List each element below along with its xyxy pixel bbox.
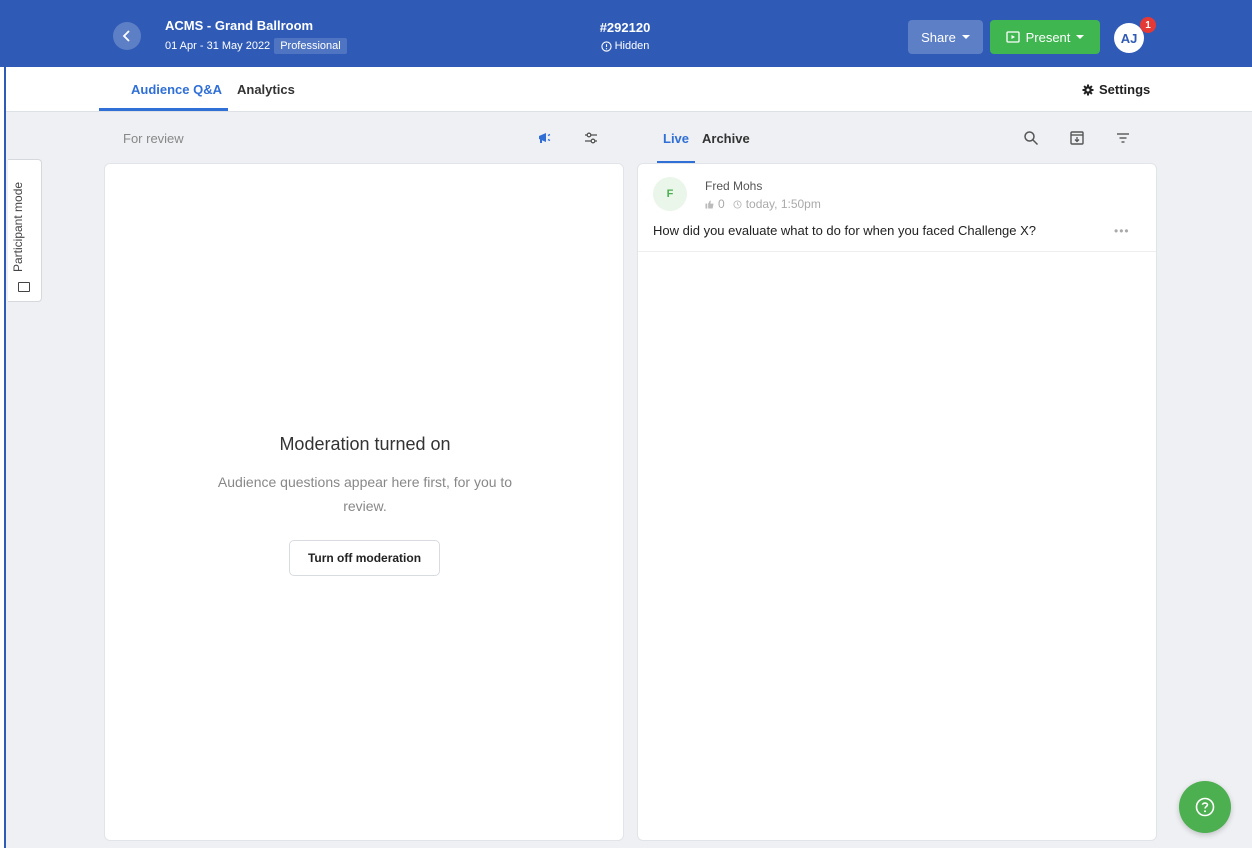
caret-down-icon [961,35,970,39]
megaphone-icon [539,133,551,143]
present-icon [1005,31,1020,43]
settings-button[interactable]: Settings [1082,82,1150,97]
more-options-icon[interactable]: ••• [1114,224,1130,238]
moderation-settings-button[interactable] [581,128,601,148]
tab-analytics[interactable]: Analytics [237,82,295,97]
tab-live[interactable]: Live [663,131,689,146]
settings-label: Settings [1099,82,1151,97]
sliders-icon [585,132,597,144]
event-visibility[interactable]: Hidden [590,40,660,52]
live-questions-panel: F Fred Mohs 0 today, 1:50pm How did you … [637,163,1157,841]
share-label: Share [921,29,956,45]
question-author: Fred Mohs [705,179,763,193]
tab-bar: Audience Q&A Analytics Settings [6,67,1252,112]
event-title[interactable]: ACMS - Grand Ballroom [165,18,313,33]
left-edge [0,0,6,848]
search-button[interactable] [1021,128,1041,148]
back-button[interactable] [113,22,141,50]
question-meta: 0 today, 1:50pm [705,197,821,211]
avatar: F [653,177,687,211]
search-icon [1024,131,1039,146]
event-dates: 01 Apr - 31 May 2022 Professional [165,38,347,54]
tab-audience-qa[interactable]: Audience Q&A [131,82,222,97]
moderation-description: Audience questions appear here first, fo… [217,474,513,514]
turn-off-moderation-button[interactable]: Turn off moderation [289,540,440,576]
plan-badge: Professional [274,38,347,54]
gear-icon [1082,84,1094,95]
caret-down-icon [1076,35,1085,39]
share-button[interactable]: Share [908,20,983,54]
question-time: today, 1:50pm [745,197,821,211]
filter-icon [1117,133,1129,143]
filter-button[interactable] [1113,128,1133,148]
question-item[interactable]: F Fred Mohs 0 today, 1:50pm How did you … [638,164,1156,252]
moderation-title: Moderation turned on [279,434,451,454]
chevron-left-icon [122,30,130,42]
thumbs-up-icon [705,199,714,209]
archive-all-button[interactable] [1067,128,1087,148]
archive-icon [1070,131,1084,145]
event-code: #292120 [599,20,651,35]
like-count: 0 [718,197,725,211]
top-bar: ACMS - Grand Ballroom 01 Apr - 31 May 20… [0,0,1252,67]
event-date-range: 01 Apr - 31 May 2022 [165,40,271,52]
for-review-header: For review [123,131,184,146]
help-icon [1195,797,1215,817]
participant-mode-icon [18,282,30,292]
question-text: How did you evaluate what to do for when… [653,223,1037,238]
review-panel: Moderation turned on Audience questions … [104,163,624,841]
tab-archive[interactable]: Archive [702,131,750,146]
present-button[interactable]: Present [990,20,1100,54]
participant-mode-label: Participant mode [11,181,25,272]
help-button[interactable] [1179,781,1231,833]
info-icon [600,40,612,52]
clock-icon [733,199,742,209]
participant-mode-toggle[interactable]: Participant mode [8,159,42,302]
active-tab-indicator [99,108,228,111]
visibility-label: Hidden [614,40,650,52]
notification-badge: 1 [1140,17,1156,33]
present-label: Present [1025,29,1071,45]
megaphone-button[interactable] [535,128,555,148]
